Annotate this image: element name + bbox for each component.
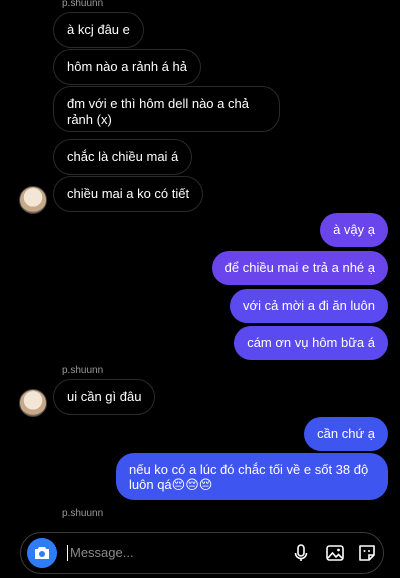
gallery-icon[interactable] xyxy=(325,543,345,563)
avatar[interactable] xyxy=(19,186,47,214)
avatar[interactable] xyxy=(19,389,47,417)
message-incoming[interactable]: à kcj đâu e xyxy=(53,12,144,48)
message-outgoing[interactable]: cần chứ ạ xyxy=(304,417,388,451)
microphone-icon[interactable] xyxy=(291,543,311,563)
message-composer: Message... xyxy=(20,532,384,574)
message-incoming[interactable]: chiều mai a ko có tiết xyxy=(53,176,204,212)
message-input[interactable]: Message... xyxy=(67,545,134,561)
message-outgoing[interactable]: à vậy ạ xyxy=(320,213,388,247)
message-incoming[interactable]: chắc là chiều mai á xyxy=(53,139,193,175)
message-outgoing[interactable]: với cả mời a đi ăn luôn xyxy=(230,289,388,323)
message-outgoing[interactable]: để chiều mai e trả a nhé ạ xyxy=(211,251,388,285)
sticker-icon[interactable] xyxy=(357,543,377,563)
sender-name: p.shuunn xyxy=(62,0,104,9)
message-incoming[interactable]: ui cần gì đâu xyxy=(53,379,156,415)
message-outgoing[interactable]: nếu ko có a lúc đó chắc tối về e sốt 38 … xyxy=(116,453,388,500)
camera-button[interactable] xyxy=(27,538,57,568)
message-outgoing[interactable]: cám ơn vụ hôm bữa á xyxy=(234,326,388,360)
sender-name: p.shuunn xyxy=(62,508,104,519)
camera-icon xyxy=(35,547,49,559)
message-incoming[interactable]: hôm nào a rảnh á hả xyxy=(53,49,201,85)
message-incoming[interactable]: đm với e thì hôm dell nào a chả rảnh (x) xyxy=(53,86,280,132)
sender-name: p.shuunn xyxy=(62,365,104,376)
